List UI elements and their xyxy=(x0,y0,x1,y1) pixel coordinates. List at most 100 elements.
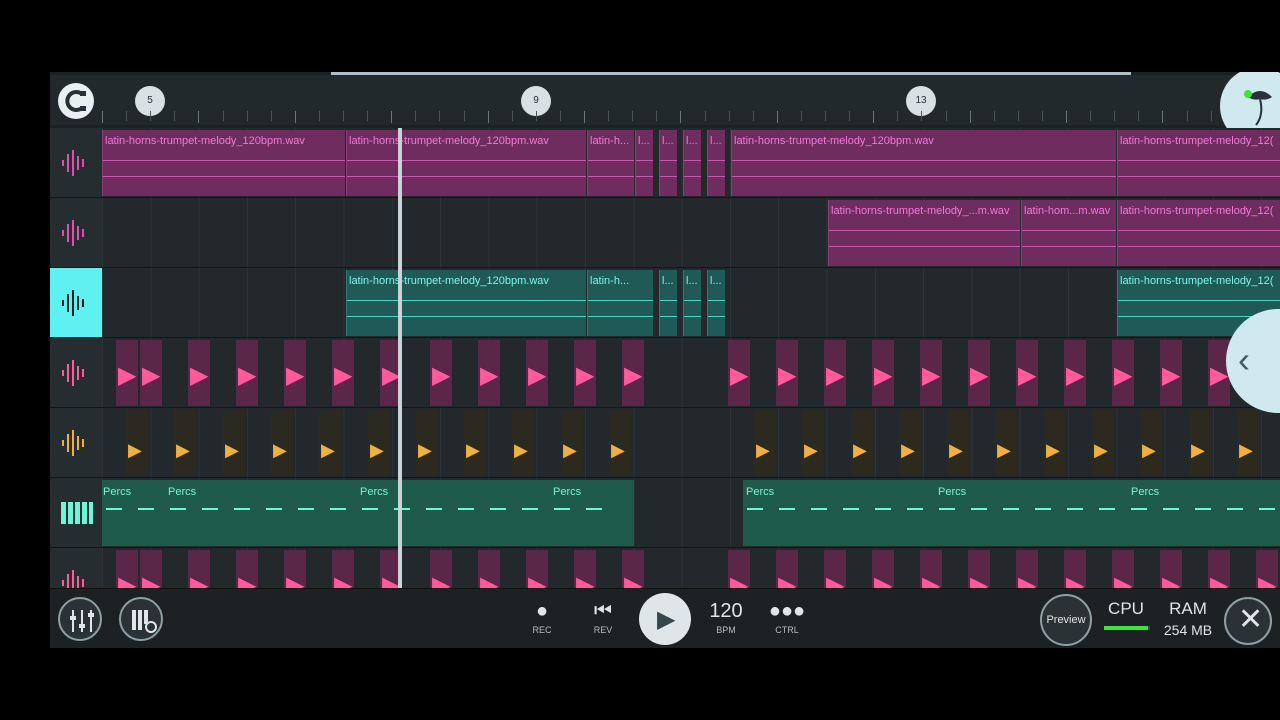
note xyxy=(234,508,250,510)
audio-clip[interactable]: latin-horns-trumpet-melody_12( xyxy=(1117,200,1280,266)
ruler-tick xyxy=(1186,111,1188,121)
track-3-lane[interactable]: latin-horns-trumpet-melody_120bpm.wav la… xyxy=(102,268,1280,337)
note xyxy=(586,508,602,510)
ruler-tick xyxy=(608,111,610,121)
timeline-ruler[interactable]: 5 9 13 xyxy=(50,72,1280,145)
track-5: ▶ ▶ ▶ ▶ ▶ ▶ ▶ ▶ ▶ ▶ ▶ ▶ ▶ ▶ ▶ ▶ ▶ ▶ ▶ ▶ ▶ ▶ xyxy=(50,408,1280,478)
drum-hit-icon: ▶ xyxy=(624,362,643,389)
audio-clip[interactable]: latin-horns-trumpet-melody_120bpm.wav xyxy=(346,130,586,196)
track-6-lane[interactable]: Percs Percs Percs Percs Percs Percs Perc… xyxy=(102,478,1280,547)
drum-hit-icon: ▶ xyxy=(190,362,209,389)
pattern-clip[interactable] xyxy=(743,480,1280,546)
ruler-tick xyxy=(126,111,128,121)
drum-hit-icon: ▶ xyxy=(874,362,893,389)
note xyxy=(1003,508,1019,510)
drum-hit-icon: ▶ xyxy=(1239,440,1253,460)
drum-hit-icon: ▶ xyxy=(142,362,161,389)
pattern-label: Percs xyxy=(168,486,197,498)
drum-hit-icon: ▶ xyxy=(1094,440,1108,460)
track-2: latin-horns-trumpet-melody_...m.wav lati… xyxy=(50,198,1280,268)
audio-clip[interactable]: latin-horns-trumpet-melody_120bpm.wav xyxy=(102,130,345,196)
audio-clip[interactable]: l... xyxy=(707,130,725,196)
track-2-lane[interactable]: latin-horns-trumpet-melody_...m.wav lati… xyxy=(102,198,1280,267)
drum-hit-icon: ▶ xyxy=(1046,440,1060,460)
track-4-header[interactable] xyxy=(50,338,102,407)
ruler-tick xyxy=(728,111,730,121)
rewind-icon: ⏮ xyxy=(594,600,612,622)
ruler-tick xyxy=(680,111,682,123)
audio-clip[interactable]: l... xyxy=(683,270,701,336)
mixer-button[interactable] xyxy=(58,597,102,641)
record-button[interactable]: ● REC xyxy=(517,597,567,645)
tempo-button[interactable]: 120 BPM xyxy=(701,597,751,645)
ruler-tick xyxy=(656,111,658,121)
drum-hit-icon: ▶ xyxy=(1066,362,1085,389)
drum-hit-icon: ▶ xyxy=(1142,440,1156,460)
piano-settings-icon xyxy=(132,610,157,633)
audio-clip[interactable]: l... xyxy=(659,130,677,196)
track-4-lane[interactable]: ▶▶▶▶▶▶▶▶▶▶▶▶▶▶▶▶▶▶▶▶▶▶▶▶ xyxy=(102,338,1280,407)
note xyxy=(202,508,218,510)
drum-hit-icon: ▶ xyxy=(611,440,625,460)
drum-hit-icon: ▶ xyxy=(901,440,915,460)
drum-hit-icon: ▶ xyxy=(432,362,451,389)
ctrl-button[interactable]: ●●● CTRL xyxy=(762,597,812,645)
drum-hit-icon: ▶ xyxy=(997,440,1011,460)
note xyxy=(907,508,923,510)
audio-clip[interactable]: l... xyxy=(683,130,701,196)
ruler-tick xyxy=(535,111,537,121)
drum-hit-icon: ▶ xyxy=(321,440,335,460)
track-3: latin-horns-trumpet-melody_120bpm.wav la… xyxy=(50,268,1280,338)
transport-bar: ● REC ⏮ REV ▶ 120 BPM ●●● CTRL Preview C… xyxy=(50,588,1280,648)
track-5-header[interactable] xyxy=(50,408,102,477)
audio-clip[interactable]: latin-horns-trumpet-melody_...m.wav xyxy=(828,200,1020,266)
audio-clip[interactable]: latin-h... xyxy=(587,130,634,196)
track-1-header[interactable] xyxy=(50,128,102,197)
audio-clip[interactable]: latin-horns-trumpet-melody_120bpm.wav xyxy=(731,130,1116,196)
audio-clip[interactable]: latin-horns-trumpet-melody_12( xyxy=(1117,130,1280,196)
pattern-label: Percs xyxy=(938,486,967,498)
track-6: Percs Percs Percs Percs Percs Percs Perc… xyxy=(50,478,1280,548)
audio-clip[interactable]: l... xyxy=(659,270,677,336)
note xyxy=(939,508,955,510)
play-button[interactable]: ▶ xyxy=(639,593,691,645)
drum-hit-icon: ▶ xyxy=(1162,362,1181,389)
snap-button[interactable] xyxy=(58,83,94,119)
ruler-tick xyxy=(1162,111,1164,123)
drum-hit-icon: ▶ xyxy=(466,440,480,460)
note xyxy=(1035,508,1051,510)
track-6-header[interactable] xyxy=(50,478,102,547)
audio-clip[interactable]: l... xyxy=(707,270,725,336)
audio-clip[interactable]: latin-hom...m.wav xyxy=(1021,200,1116,266)
audio-clip[interactable]: latin-h... xyxy=(587,270,653,336)
pattern-label: Percs xyxy=(746,486,775,498)
rewind-button[interactable]: ⏮ REV xyxy=(578,597,628,645)
track-5-lane[interactable]: ▶ ▶ ▶ ▶ ▶ ▶ ▶ ▶ ▶ ▶ ▶ ▶ ▶ ▶ ▶ ▶ ▶ ▶ ▶ ▶ ▶ ▶ xyxy=(102,408,1280,477)
audio-clip[interactable]: latin-horns-trumpet-melody_120bpm.wav xyxy=(346,270,586,336)
ruler-tick xyxy=(511,111,513,121)
track-3-header[interactable] xyxy=(50,268,102,337)
plugins-button[interactable] xyxy=(119,597,163,641)
note xyxy=(298,508,314,510)
note xyxy=(779,508,795,510)
track-2-header[interactable] xyxy=(50,198,102,267)
note xyxy=(843,508,859,510)
close-button[interactable]: ✕ xyxy=(1224,597,1272,645)
drum-hit-icon: ▶ xyxy=(286,362,305,389)
drum-hit-icon: ▶ xyxy=(576,362,595,389)
note xyxy=(554,508,570,510)
ruler-tick xyxy=(969,111,971,123)
preview-button[interactable]: Preview xyxy=(1040,594,1092,646)
track-1-lane[interactable]: latin-horns-trumpet-melody_120bpm.wav la… xyxy=(102,128,1280,197)
drum-hit-icon: ▶ xyxy=(730,362,749,389)
drum-hit-icon: ▶ xyxy=(1018,362,1037,389)
ruler-tick xyxy=(849,111,851,121)
ruler-tick xyxy=(198,111,200,123)
note xyxy=(266,508,282,510)
playhead[interactable] xyxy=(398,128,402,588)
pattern-label: Percs xyxy=(360,486,389,498)
ruler-tick xyxy=(1017,111,1019,121)
ruler-tick xyxy=(559,111,561,121)
ruler-tick xyxy=(391,111,393,123)
audio-clip[interactable]: l... xyxy=(635,130,653,196)
